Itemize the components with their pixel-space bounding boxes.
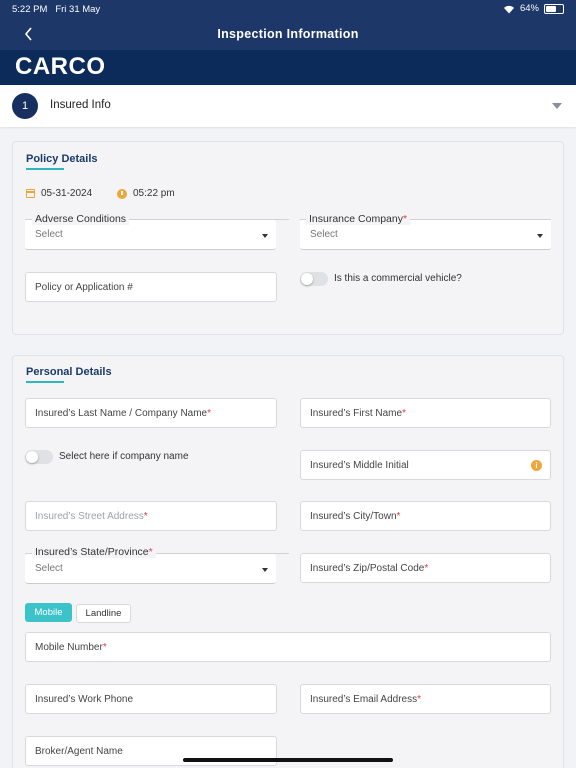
- brand-bar: CARCO: [0, 50, 576, 85]
- input-placeholder: Insured’s Work Phone: [35, 694, 134, 705]
- battery-fill: [546, 5, 556, 12]
- home-indicator: [183, 758, 393, 762]
- carco-logo: CARCO: [15, 53, 106, 80]
- time-display: 05:22 pm: [117, 188, 175, 199]
- calendar-icon: [26, 189, 35, 198]
- status-right: 64%: [503, 3, 564, 14]
- input-placeholder: Insured’s First Name*: [310, 408, 406, 419]
- time-value: 05:22 pm: [133, 188, 175, 199]
- section-underline: [26, 381, 64, 383]
- select-value: Select: [35, 229, 63, 240]
- commercial-vehicle-label: Is this a commercial vehicle?: [334, 273, 462, 284]
- landline-tab[interactable]: Landline: [76, 604, 131, 623]
- select-value: Select: [310, 229, 338, 240]
- chevron-down-icon[interactable]: [552, 103, 562, 109]
- input-placeholder: Insured’s Email Address*: [310, 694, 421, 705]
- section-underline: [26, 168, 64, 170]
- input-placeholder: Insured’s Last Name / Company Name*: [35, 408, 212, 419]
- input-placeholder: Mobile Number*: [35, 642, 107, 653]
- info-icon[interactable]: i: [531, 460, 542, 471]
- status-time: 5:22 PM Fri 31 May: [12, 4, 101, 15]
- step-label: Insured Info: [50, 99, 111, 111]
- email-input[interactable]: Insured’s Email Address*: [300, 684, 551, 714]
- date-value: 05-31-2024: [41, 188, 93, 199]
- status-bar: 5:22 PM Fri 31 May 64%: [0, 0, 576, 18]
- company-name-toggle-label: Select here if company name: [59, 451, 189, 462]
- input-placeholder: Broker/Agent Name: [35, 746, 123, 757]
- personal-details-title: Personal Details: [26, 366, 112, 378]
- battery-icon: [544, 3, 564, 14]
- policy-number-input[interactable]: Policy or Application #: [25, 272, 277, 302]
- city-input[interactable]: Insured’s City/Town*: [300, 501, 551, 531]
- toggle-knob: [301, 273, 313, 285]
- clock-icon: [117, 188, 127, 199]
- state-province-label: Insured’s State/Province*: [32, 546, 156, 558]
- last-name-input[interactable]: Insured’s Last Name / Company Name*: [25, 398, 277, 428]
- input-placeholder: Insured’s Zip/Postal Code*: [310, 563, 429, 574]
- input-placeholder: Insured’s Middle Initial: [310, 460, 409, 471]
- app-header: 5:22 PM Fri 31 May 64% Inspection Inform…: [0, 0, 576, 50]
- street-address-input[interactable]: Insured’s Street Address*: [25, 501, 277, 531]
- input-placeholder: Insured’s City/Town*: [310, 511, 401, 522]
- wifi-icon: [503, 5, 514, 13]
- zip-code-input[interactable]: Insured’s Zip/Postal Code*: [300, 553, 551, 583]
- first-name-input[interactable]: Insured’s First Name*: [300, 398, 551, 428]
- caret-down-icon: [262, 234, 268, 238]
- middle-initial-input[interactable]: Insured’s Middle Initial i: [300, 450, 551, 480]
- step-number-badge: 1: [12, 93, 38, 119]
- work-phone-input[interactable]: Insured’s Work Phone: [25, 684, 277, 714]
- caret-down-icon: [537, 234, 543, 238]
- battery-percent: 64%: [519, 3, 539, 14]
- insurance-company-label: Insurance Company*: [306, 213, 411, 225]
- company-name-toggle[interactable]: [25, 450, 53, 464]
- state-province-select[interactable]: Select: [25, 554, 276, 584]
- commercial-vehicle-toggle[interactable]: [300, 272, 328, 286]
- policy-details-card: Policy Details 05-31-2024 05:22 pm Selec…: [12, 141, 564, 335]
- page-title: Inspection Information: [217, 27, 359, 41]
- policy-details-title: Policy Details: [26, 153, 98, 165]
- date-display: 05-31-2024: [26, 188, 92, 199]
- insured-info-step[interactable]: 1 Insured Info: [0, 85, 576, 127]
- toggle-knob: [26, 451, 38, 463]
- input-placeholder: Insured’s Street Address*: [35, 511, 148, 522]
- adverse-conditions-label: Adverse Conditions: [32, 213, 130, 225]
- personal-details-card: Personal Details Insured’s Last Name / C…: [12, 355, 564, 768]
- mobile-number-input[interactable]: Mobile Number*: [25, 632, 551, 662]
- mobile-tab[interactable]: Mobile: [25, 603, 72, 622]
- select-value: Select: [35, 563, 63, 574]
- caret-down-icon: [262, 568, 268, 572]
- input-placeholder: Policy or Application #: [35, 282, 133, 293]
